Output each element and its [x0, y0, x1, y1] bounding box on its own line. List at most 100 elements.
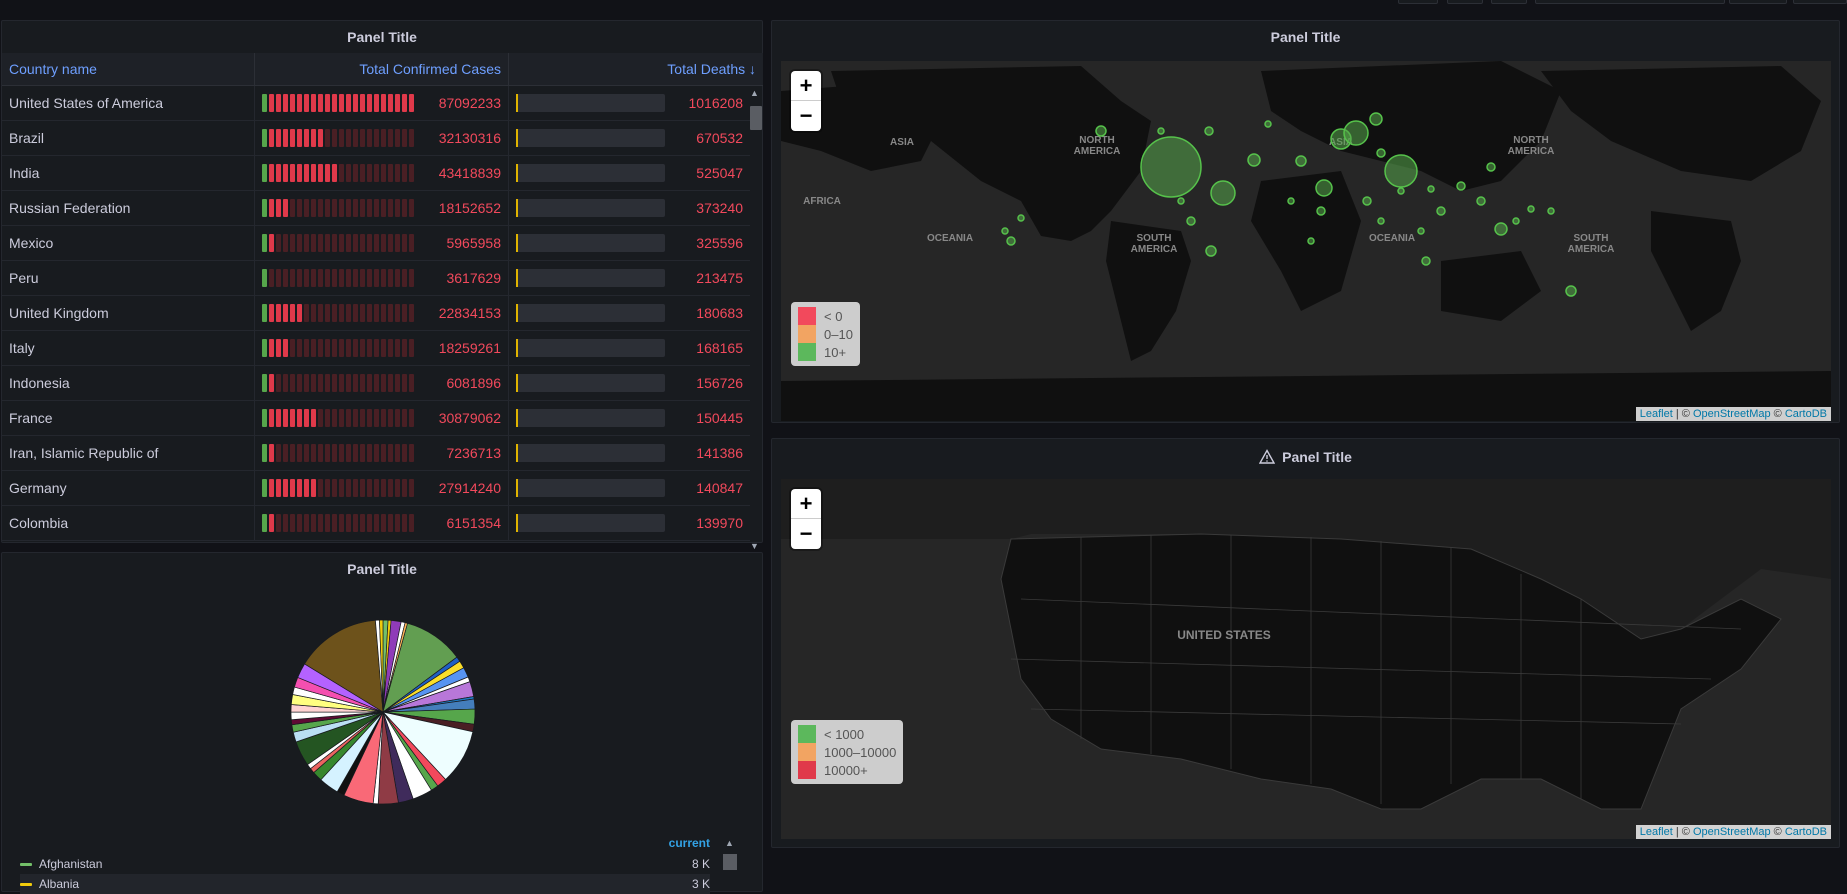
panel-title[interactable]: Panel Title: [2, 553, 762, 585]
cell-deaths: 1016208: [509, 86, 750, 120]
zoom-in-button[interactable]: +: [791, 71, 821, 101]
table-row[interactable]: Peru 3617629 213475: [2, 261, 750, 296]
attribution-separator: | ©: [1672, 408, 1693, 420]
table-row[interactable]: Colombia 6151354 139970: [2, 506, 750, 541]
cell-deaths: 139970: [509, 506, 750, 540]
cartodb-link[interactable]: CartoDB: [1785, 826, 1827, 838]
column-header-cases[interactable]: Total Confirmed Cases: [255, 53, 509, 85]
legend-item: 10000+: [798, 761, 896, 779]
map-legend: < 1000 1000–10000 10000+: [791, 720, 904, 784]
pie-legend-header[interactable]: current: [20, 836, 710, 854]
map-label: AFRICA: [803, 196, 841, 207]
cases-value: 6081896: [446, 375, 501, 391]
pie-chart: [290, 619, 476, 805]
us-map-tiles: UNITED STATES: [781, 479, 1831, 839]
map-attribution: Leaflet | © OpenStreetMap © CartoDB: [1635, 407, 1831, 421]
leaflet-link[interactable]: Leaflet: [1640, 408, 1673, 420]
cell-cases: 6081896: [255, 366, 509, 400]
column-header-country[interactable]: Country name: [2, 53, 255, 85]
lcd-gauge: [262, 94, 423, 112]
legend-label: 1000–10000: [824, 744, 897, 760]
pie-legend-name: Afghanistan: [39, 857, 103, 871]
zoom-out-button[interactable]: −: [791, 101, 821, 131]
toolbar-button[interactable]: [1447, 0, 1483, 4]
toolbar-button[interactable]: [1491, 0, 1527, 4]
cell-country: Iran, Islamic Republic of: [2, 436, 255, 470]
country-bubble: [1264, 120, 1272, 128]
map-label: AMERICA: [1508, 146, 1555, 157]
table-row[interactable]: Mexico 5965958 325596: [2, 226, 750, 261]
table-row[interactable]: Indonesia 6081896 156726: [2, 366, 750, 401]
table-row[interactable]: United States of America 87092233 1016208: [2, 86, 750, 121]
cell-cases: 7236713: [255, 436, 509, 470]
zoom-out-button[interactable]: −: [791, 519, 821, 549]
map-label: AMERICA: [1568, 244, 1615, 255]
country-bubble: [1177, 197, 1185, 205]
table-row[interactable]: Russian Federation 18152652 373240: [2, 191, 750, 226]
refresh-button[interactable]: [1729, 0, 1787, 4]
lcd-gauge: [262, 199, 423, 217]
scroll-up-icon[interactable]: ▲: [725, 838, 734, 848]
country-bubble: [1001, 227, 1009, 235]
cell-deaths: 670532: [509, 121, 750, 155]
deaths-value: 213475: [696, 270, 743, 286]
country-bubble: [1095, 125, 1107, 137]
country-bubble: [1247, 153, 1261, 167]
table-row[interactable]: Italy 18259261 168165: [2, 331, 750, 366]
cases-value: 5965958: [446, 235, 501, 251]
legend-swatch: [798, 307, 816, 325]
lcd-gauge: [262, 374, 423, 392]
column-header-deaths[interactable]: Total Deaths ↓: [509, 53, 763, 85]
warning-icon[interactable]: [1259, 449, 1276, 465]
scroll-down-icon[interactable]: ▼: [750, 541, 759, 551]
cell-country: India: [2, 156, 255, 190]
panel-title[interactable]: Panel Title: [772, 21, 1839, 53]
table-panel: Panel Title Country name Total Confirmed…: [1, 20, 763, 551]
country-bubble: [1157, 127, 1165, 135]
panel-title[interactable]: Panel Title: [1282, 449, 1352, 465]
scroll-up-icon[interactable]: ▲: [750, 88, 759, 98]
scrollbar-thumb[interactable]: [723, 854, 737, 870]
deaths-gauge: [516, 94, 665, 112]
toolbar-button[interactable]: [1398, 0, 1438, 4]
country-bubble: [1565, 285, 1577, 297]
table-row[interactable]: United Kingdom 22834153 180683: [2, 296, 750, 331]
world-map[interactable]: ASIA NORTH AMERICA AFRICA OCEANIA SOUTH …: [781, 61, 1831, 421]
table-row[interactable]: Iran, Islamic Republic of 7236713 141386: [2, 436, 750, 471]
table-row[interactable]: Brazil 32130316 670532: [2, 121, 750, 156]
pie-legend: current Afghanistan 8 K Albania 3 K: [20, 836, 710, 894]
cell-deaths: 325596: [509, 226, 750, 260]
country-bubble: [1547, 207, 1555, 215]
country-bubble: [1494, 222, 1508, 236]
table-row[interactable]: Germany 27914240 140847: [2, 471, 750, 506]
lcd-gauge: [262, 164, 423, 182]
table-row[interactable]: India 43418839 525047: [2, 156, 750, 191]
country-bubble: [1186, 216, 1196, 226]
deaths-gauge: [516, 234, 665, 252]
panel-title[interactable]: Panel Title: [2, 21, 762, 53]
osm-link[interactable]: OpenStreetMap: [1693, 408, 1771, 420]
deaths-value: 150445: [696, 410, 743, 426]
scrollbar-thumb[interactable]: [750, 106, 762, 130]
deaths-gauge: [516, 409, 665, 427]
pie-legend-item[interactable]: Albania 3 K: [20, 874, 710, 894]
table-row[interactable]: France 30879062 150445: [2, 401, 750, 436]
us-map-panel: Panel Title UNITED STATES + − < 1000 100…: [771, 438, 1840, 848]
world-map-panel: Panel Title ASIA NORTH AMERICA AFRICA OC…: [771, 20, 1840, 423]
lcd-gauge: [262, 514, 423, 532]
osm-link[interactable]: OpenStreetMap: [1693, 826, 1771, 838]
lcd-gauge: [262, 234, 423, 252]
time-range-picker[interactable]: [1535, 0, 1725, 4]
pie-legend-scrollbar[interactable]: ▲: [722, 838, 737, 890]
deaths-value: 1016208: [688, 95, 743, 111]
leaflet-link[interactable]: Leaflet: [1640, 826, 1673, 838]
pie-legend-item[interactable]: Afghanistan 8 K: [20, 854, 710, 874]
cartodb-link[interactable]: CartoDB: [1785, 408, 1827, 420]
view-mode-button[interactable]: [1793, 0, 1847, 4]
zoom-in-button[interactable]: +: [791, 489, 821, 519]
us-map[interactable]: UNITED STATES + − < 1000 1000–10000 1000…: [781, 479, 1831, 839]
cell-country: France: [2, 401, 255, 435]
cell-country: Germany: [2, 471, 255, 505]
deaths-gauge: [516, 129, 665, 147]
table-scrollbar[interactable]: ▲ ▼: [748, 86, 762, 553]
